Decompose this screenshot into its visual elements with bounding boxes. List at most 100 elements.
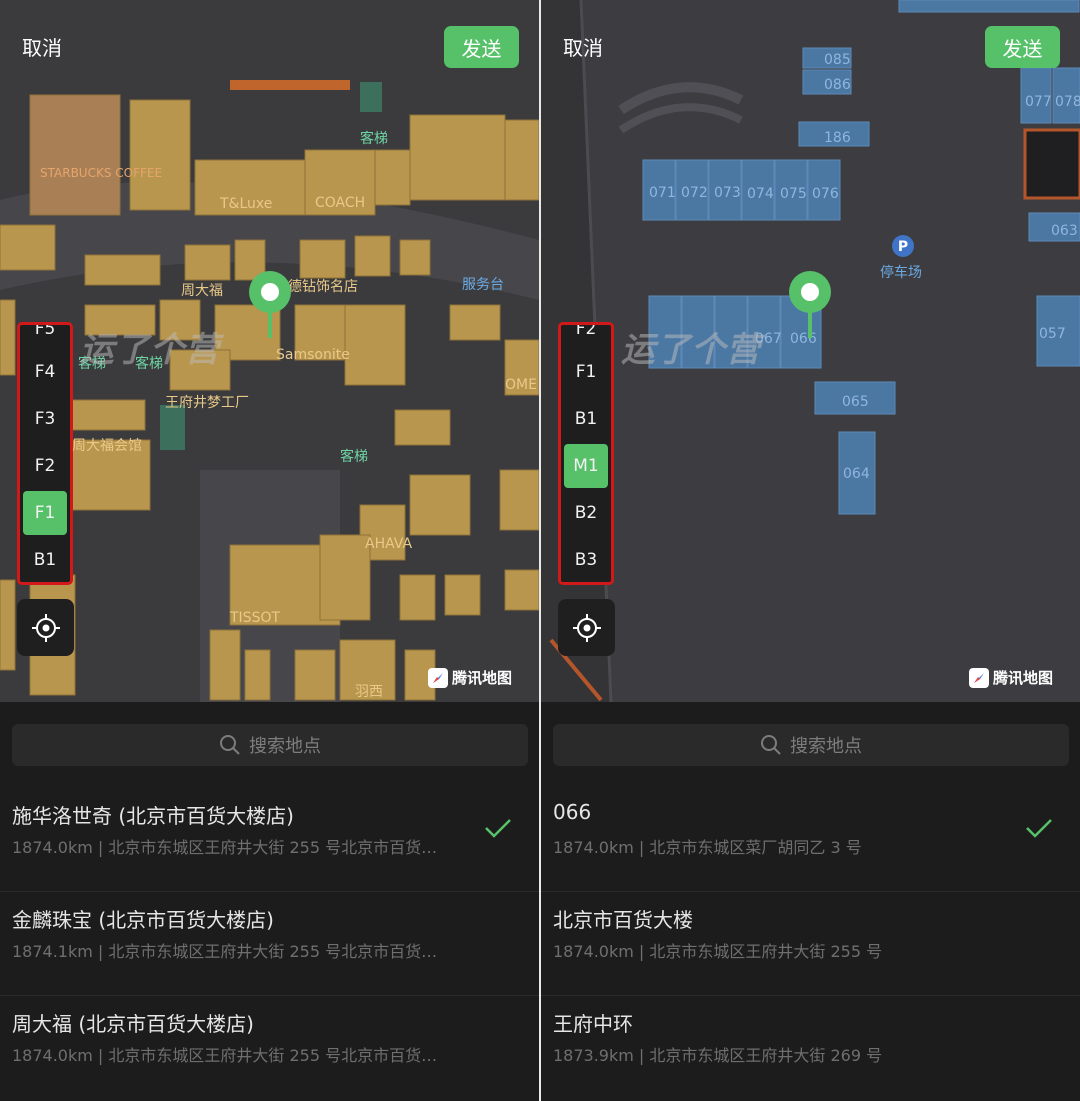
search-icon [761,735,781,755]
locate-me-button[interactable] [17,599,74,656]
floor-option[interactable]: B1 [564,397,608,441]
floor-option[interactable]: F3 [23,397,67,441]
search-input[interactable]: 搜索地点 [12,724,528,766]
parking-spot[interactable]: 077 [1025,94,1052,110]
poi-starbucks[interactable]: STARBUCKS COFFEE [40,166,162,180]
result-subtitle: 1874.0km | 北京市东城区王府井大街 255 号北京市百货… [12,838,438,857]
location-sheet: 搜索地点 施华洛世奇 (北京市百货大楼店) 1874.0km | 北京市东城区王… [0,702,539,1101]
poi-tissot[interactable]: TISSOT [230,610,280,626]
send-button[interactable]: 发送 [985,26,1060,68]
cancel-button[interactable]: 取消 [22,32,62,61]
result-subtitle: 1874.0km | 北京市东城区王府井大街 255 号北京市百货… [12,1046,438,1065]
parking-spot[interactable]: 086 [824,77,851,93]
floor-option-selected[interactable]: F1 [23,491,67,535]
result-title: 066 [553,800,592,824]
floor-option[interactable]: B3 [564,538,608,582]
parking-spot[interactable]: 085 [824,52,851,68]
cancel-button[interactable]: 取消 [563,32,603,61]
result-title: 金麟珠宝 (北京市百货大楼店) [12,908,274,932]
poi-parking[interactable]: 停车场 [880,262,922,282]
poi-zhoudafu[interactable]: 周大福 [181,280,223,300]
poi-elevator[interactable]: 客梯 [78,353,106,373]
floor-option-selected[interactable]: M1 [564,444,608,488]
poi-elevator[interactable]: 客梯 [135,353,163,373]
poi-service-desk[interactable]: 服务台 [462,274,504,294]
poi-ahava[interactable]: AHAVA [365,536,412,552]
result-title: 北京市百货大楼 [553,908,693,932]
search-placeholder: 搜索地点 [790,736,862,757]
poi-tluxe[interactable]: T&Luxe [220,196,272,212]
map-brand-label: 腾讯地图 [452,669,513,687]
crosshair-icon [572,613,601,642]
indoor-map[interactable]: STARBUCKS COFFEE T&Luxe COACH 客梯 周大福 德钻饰… [0,0,539,702]
map-base-f1 [0,0,539,702]
parking-spot[interactable]: 186 [824,130,851,146]
result-item[interactable]: 北京市百货大楼 1874.0km | 北京市东城区王府井大街 255 号 [541,892,1080,996]
poi-hanxi[interactable]: 羽西 [355,681,383,701]
parking-spot[interactable]: 064 [843,466,870,482]
checkmark-icon [485,819,511,838]
location-pin-icon[interactable] [248,270,292,340]
poi-wangfujing[interactable]: 王府井梦工厂 [165,392,249,412]
result-item[interactable]: 王府中环 1873.9km | 北京市东城区王府井大街 269 号 [541,996,1080,1100]
floor-option[interactable]: F2 [23,444,67,488]
parking-spot[interactable]: 075 [780,186,807,202]
result-subtitle: 1874.0km | 北京市东城区菜厂胡同乙 3 号 [553,838,862,857]
poi-elevator[interactable]: 客梯 [340,446,368,466]
result-item[interactable]: 066 1874.0km | 北京市东城区菜厂胡同乙 3 号 [541,788,1080,892]
result-subtitle: 1874.0km | 北京市东城区王府井大街 255 号 [553,942,883,961]
parking-spot[interactable]: 065 [842,394,869,410]
poi-samsonite[interactable]: Samsonite [276,347,350,363]
right-screen: 085 086 186 071 072 073 074 075 076 077 … [541,0,1080,1101]
floor-option[interactable]: F2 [564,325,608,351]
parking-spot[interactable]: 057 [1039,326,1066,342]
search-icon [220,735,240,755]
floor-option[interactable]: B1 [23,538,67,582]
poi-coach[interactable]: COACH [315,195,365,211]
search-input[interactable]: 搜索地点 [553,724,1069,766]
result-title: 施华洛世奇 (北京市百货大楼店) [12,804,294,828]
result-subtitle: 1874.1km | 北京市东城区王府井大街 255 号北京市百货… [12,942,438,961]
parking-spot[interactable]: 072 [681,185,708,201]
location-pin-icon[interactable] [788,270,832,340]
parking-spot[interactable]: 076 [812,186,839,202]
search-placeholder: 搜索地点 [249,736,321,757]
parking-spot[interactable]: 078 [1055,94,1080,110]
left-screen: STARBUCKS COFFEE T&Luxe COACH 客梯 周大福 德钻饰… [0,0,539,1101]
result-item[interactable]: 金麟珠宝 (北京市百货大楼店) 1874.1km | 北京市东城区王府井大街 2… [0,892,539,996]
parking-spot[interactable]: 074 [747,186,774,202]
map-brand: 腾讯地图 [969,667,1053,688]
floor-option[interactable]: F4 [23,350,67,394]
checkmark-icon [1026,819,1052,838]
map-brand: 腾讯地图 [428,667,512,688]
parking-spot[interactable]: 063 [1051,223,1078,239]
poi-omega[interactable]: OME [505,377,537,393]
parking-spot[interactable]: 067 [755,331,782,347]
location-sheet: 搜索地点 066 1874.0km | 北京市东城区菜厂胡同乙 3 号 北京市百… [541,702,1080,1101]
indoor-map[interactable]: 085 086 186 071 072 073 074 075 076 077 … [541,0,1080,702]
result-item[interactable]: 周大福 (北京市百货大楼店) 1874.0km | 北京市东城区王府井大街 25… [0,996,539,1100]
floor-option[interactable]: F1 [564,350,608,394]
parking-icon: P [892,235,914,257]
result-title: 周大福 (北京市百货大楼店) [12,1012,254,1036]
result-subtitle: 1873.9km | 北京市东城区王府井大街 269 号 [553,1046,883,1065]
floor-option[interactable]: F5 [23,325,67,351]
parking-spot[interactable]: 073 [714,185,741,201]
svg-text:P: P [898,239,908,255]
floor-option[interactable]: B2 [564,491,608,535]
send-button[interactable]: 发送 [444,26,519,68]
poi-zhoudafu-hall[interactable]: 周大福会馆 [72,435,142,455]
map-base-parking [541,0,1080,702]
map-brand-label: 腾讯地图 [993,669,1054,687]
result-title: 王府中环 [553,1012,633,1036]
parking-spot[interactable]: 071 [649,185,676,201]
crosshair-icon [31,613,60,642]
poi-elevator[interactable]: 客梯 [360,128,388,148]
floor-selector: F2 F1 B1 M1 B2 B3 [558,322,614,585]
poi-jewelry[interactable]: 德钻饰名店 [288,276,358,296]
tencent-map-logo-icon [969,667,989,688]
tencent-map-logo-icon [428,667,448,688]
floor-selector: F5 F4 F3 F2 F1 B1 [17,322,73,585]
result-item[interactable]: 施华洛世奇 (北京市百货大楼店) 1874.0km | 北京市东城区王府井大街 … [0,788,539,892]
locate-me-button[interactable] [558,599,615,656]
